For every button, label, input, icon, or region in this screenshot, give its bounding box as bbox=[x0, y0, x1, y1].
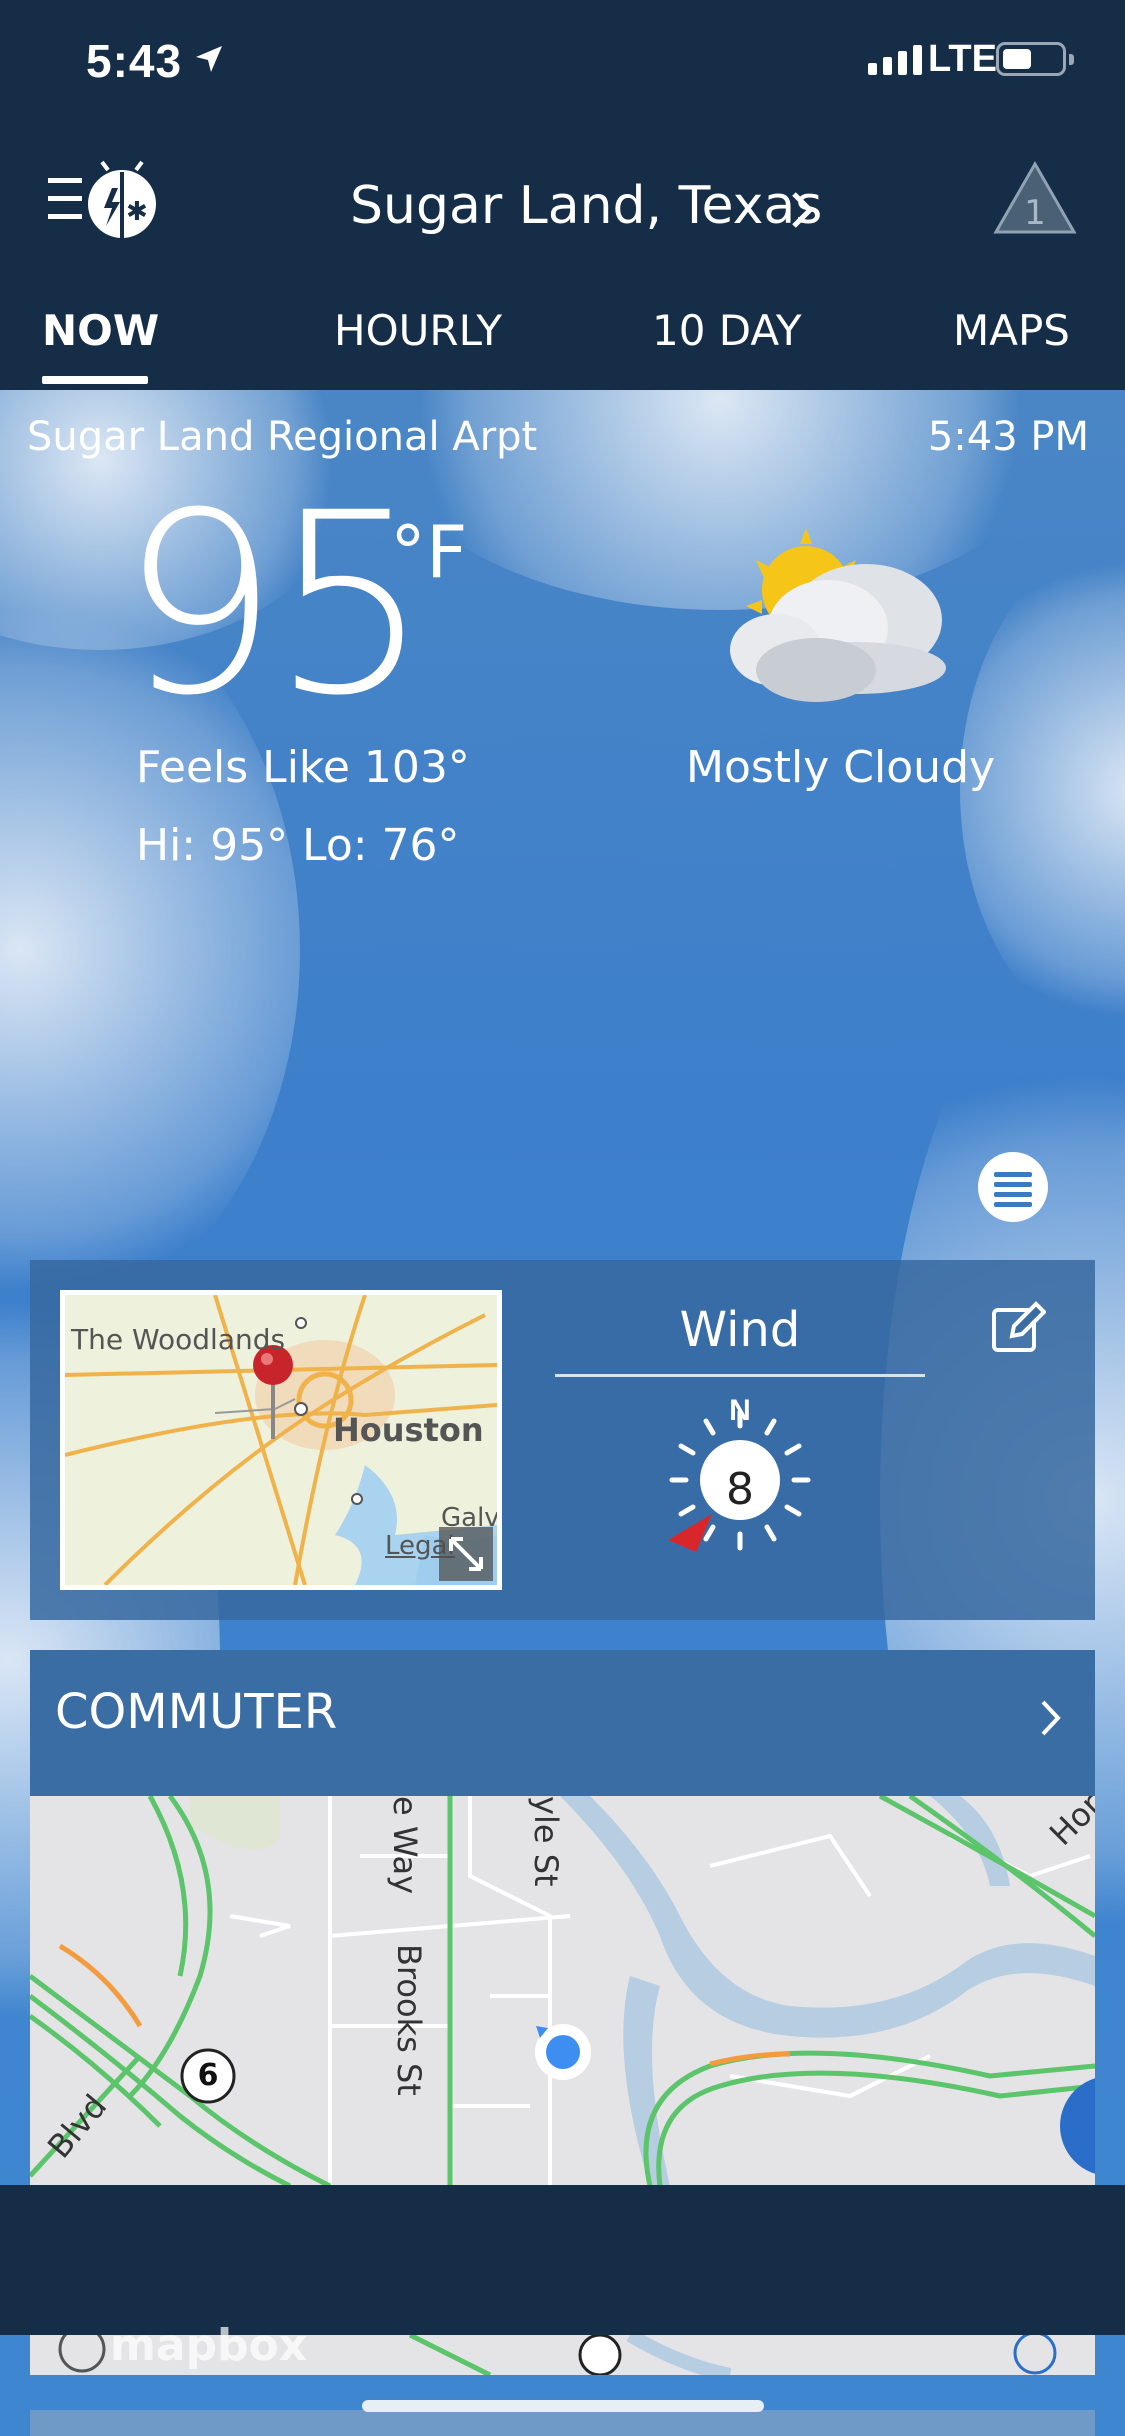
next-card-peek bbox=[30, 2410, 1095, 2436]
tab-maps[interactable]: MAPS bbox=[953, 306, 1070, 355]
temperature-unit: °F bbox=[390, 510, 468, 594]
bottom-ad-bar bbox=[0, 2185, 1125, 2335]
commuter-title: COMMUTER bbox=[55, 1684, 338, 1740]
expand-map-button[interactable] bbox=[439, 1527, 493, 1581]
tab-bar: NOW HOURLY 10 DAY MAPS bbox=[0, 300, 1125, 390]
active-tab-indicator bbox=[42, 376, 148, 384]
status-time: 5:43 bbox=[86, 35, 183, 87]
current-temperature: 95 bbox=[120, 459, 430, 750]
commute-map[interactable]: 6 Brooks St e Way yle St Blvd Hor bbox=[30, 1796, 1095, 2186]
route-6-label: 6 bbox=[197, 2058, 219, 2093]
network-type: LTE bbox=[928, 38, 997, 80]
location-title[interactable]: Sugar Land, Texas bbox=[350, 176, 822, 236]
condition-text: Mostly Cloudy bbox=[686, 742, 996, 793]
alert-triangle-icon[interactable]: 1 bbox=[992, 160, 1078, 236]
map-label-houston: Houston bbox=[333, 1411, 484, 1449]
road-label-brooks: Brooks St bbox=[390, 1944, 428, 2096]
station-name: Sugar Land Regional Arpt bbox=[27, 414, 538, 460]
list-view-button[interactable] bbox=[978, 1152, 1048, 1222]
top-bar: 5:43 LTE ✱ Sugar Land, Texas 1 NOW HOURL… bbox=[0, 0, 1125, 390]
tab-10-day[interactable]: 10 DAY bbox=[652, 306, 802, 355]
wind-north-label: N bbox=[729, 1394, 751, 1427]
road-label-yle: yle St bbox=[527, 1796, 565, 1887]
menu-icon[interactable]: ✱ bbox=[46, 160, 162, 240]
tab-hourly[interactable]: HOURLY bbox=[334, 306, 502, 355]
chevron-right-icon[interactable] bbox=[790, 190, 814, 230]
signal-bars-icon bbox=[868, 45, 922, 75]
chevron-right-icon[interactable] bbox=[1040, 1698, 1062, 1738]
tab-now[interactable]: NOW bbox=[42, 306, 159, 355]
expand-icon bbox=[449, 1537, 483, 1571]
wind-divider bbox=[555, 1374, 925, 1377]
road-label-way: e Way bbox=[386, 1796, 424, 1894]
alert-count: 1 bbox=[1024, 193, 1046, 233]
wind-title: Wind bbox=[679, 1302, 801, 1358]
battery-icon bbox=[996, 42, 1074, 76]
mapbox-attribution: mapbox bbox=[110, 2320, 308, 2371]
wind-speed: 8 bbox=[726, 1464, 754, 1515]
edit-icon[interactable] bbox=[990, 1300, 1046, 1356]
observation-time: 5:43 PM bbox=[927, 414, 1089, 460]
feels-like: Feels Like 103° bbox=[136, 742, 470, 793]
svg-text:✱: ✱ bbox=[126, 197, 148, 227]
location-arrow-icon bbox=[196, 46, 222, 72]
map-label-woodlands: The Woodlands bbox=[71, 1323, 286, 1356]
hi-lo: Hi: 95° Lo: 76° bbox=[136, 820, 460, 871]
radar-map-thumbnail[interactable]: The Woodlands Houston Galv Legal bbox=[60, 1290, 502, 1590]
home-indicator[interactable] bbox=[362, 2400, 764, 2412]
mostly-cloudy-icon bbox=[730, 528, 946, 702]
